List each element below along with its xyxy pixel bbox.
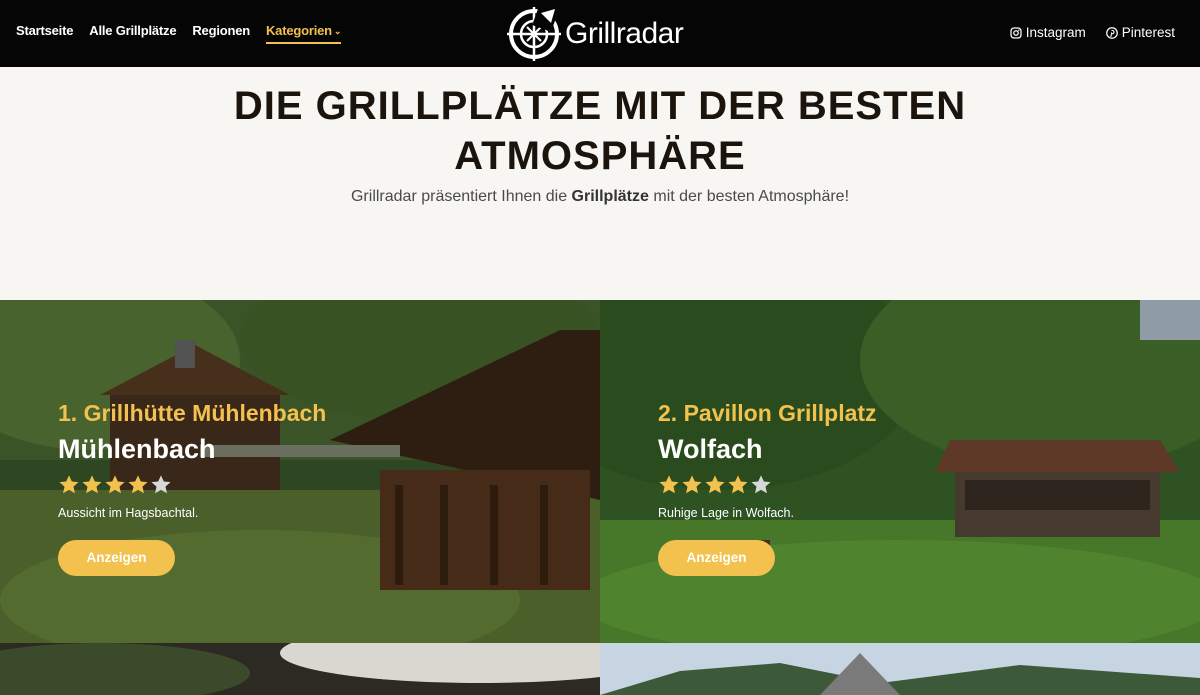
grillplatz-card-partial xyxy=(0,643,600,695)
grillplatz-card: 2. Pavillon Grillplatz Wolfach Ruhige La… xyxy=(600,300,1200,643)
main-nav: Startseite Alle Grillplätze Regionen Kat… xyxy=(16,0,342,60)
card-rank-title: 2. Pavillon Grillplatz xyxy=(658,400,877,426)
grillplatz-card-partial xyxy=(600,643,1200,695)
chevron-down-icon: ⌄ xyxy=(333,25,342,36)
instagram-link[interactable]: Instagram xyxy=(1010,25,1086,40)
anzeigen-button[interactable]: Anzeigen xyxy=(58,540,175,576)
subtitle-post: mit der besten Atmosphäre! xyxy=(653,188,850,205)
nav-startseite[interactable]: Startseite xyxy=(16,23,73,38)
grillplatz-card: 1. Grillhütte Mühlenbach Mühlenbach Auss… xyxy=(0,300,600,643)
logo-text: Grillradar xyxy=(565,17,684,50)
star-filled-icon xyxy=(59,475,79,494)
card-place: Wolfach xyxy=(658,434,763,464)
social-links: Instagram Pinterest xyxy=(1010,0,1175,65)
instagram-icon xyxy=(1010,26,1022,39)
subtitle-bold: Grillplätze xyxy=(571,188,649,205)
star-filled-icon xyxy=(728,475,748,494)
instagram-label: Instagram xyxy=(1025,25,1086,40)
card-description: Aussicht im Hagsbachtal. xyxy=(58,506,199,520)
pinterest-link[interactable]: Pinterest xyxy=(1105,25,1175,40)
page-title: DIE GRILLPLÄTZE MIT DER BESTEN ATMOSPHÄR… xyxy=(150,81,1050,181)
card-content: 1. Grillhütte Mühlenbach Mühlenbach Auss… xyxy=(58,398,326,576)
nav-regionen[interactable]: Regionen xyxy=(192,23,250,38)
star-rating xyxy=(658,474,877,496)
star-filled-icon xyxy=(105,475,125,494)
hero-section: DIE GRILLPLÄTZE MIT DER BESTEN ATMOSPHÄR… xyxy=(0,67,1200,300)
pinterest-label: Pinterest xyxy=(1121,25,1175,40)
page-subtitle: Grillradar präsentiert Ihnen die Grillpl… xyxy=(200,188,1000,206)
star-empty-icon xyxy=(751,475,771,494)
page-title-line2: ATMOSPHÄRE xyxy=(454,134,746,178)
card-description: Ruhige Lage in Wolfach. xyxy=(658,506,794,520)
subtitle-pre: Grillradar präsentiert Ihnen die xyxy=(350,188,568,205)
anzeigen-button[interactable]: Anzeigen xyxy=(658,540,775,576)
crosshair-grill-icon xyxy=(507,6,561,61)
site-logo[interactable]: Grillradar xyxy=(505,5,705,63)
star-filled-icon xyxy=(82,475,102,494)
nav-kategorien[interactable]: Kategorien ⌄ xyxy=(265,22,342,44)
page-title-line1: DIE GRILLPLÄTZE MIT DER BESTEN xyxy=(233,84,967,128)
nav-kategorien-label: Kategorien xyxy=(265,22,332,38)
pinterest-icon xyxy=(1105,26,1118,39)
star-filled-icon xyxy=(128,475,148,494)
card-photo-partial xyxy=(600,643,1200,695)
star-filled-icon xyxy=(659,475,679,494)
star-rating xyxy=(58,474,326,496)
card-content: 2. Pavillon Grillplatz Wolfach Ruhige La… xyxy=(658,398,877,576)
star-filled-icon xyxy=(682,475,702,494)
star-empty-icon xyxy=(151,475,171,494)
star-filled-icon xyxy=(705,475,725,494)
card-place: Mühlenbach xyxy=(58,434,216,464)
card-rank-title: 1. Grillhütte Mühlenbach xyxy=(58,400,327,426)
nav-alle-grillplaetze[interactable]: Alle Grillplätze xyxy=(89,23,176,38)
site-header: Startseite Alle Grillplätze Regionen Kat… xyxy=(0,0,1200,67)
card-photo-partial xyxy=(0,643,600,695)
